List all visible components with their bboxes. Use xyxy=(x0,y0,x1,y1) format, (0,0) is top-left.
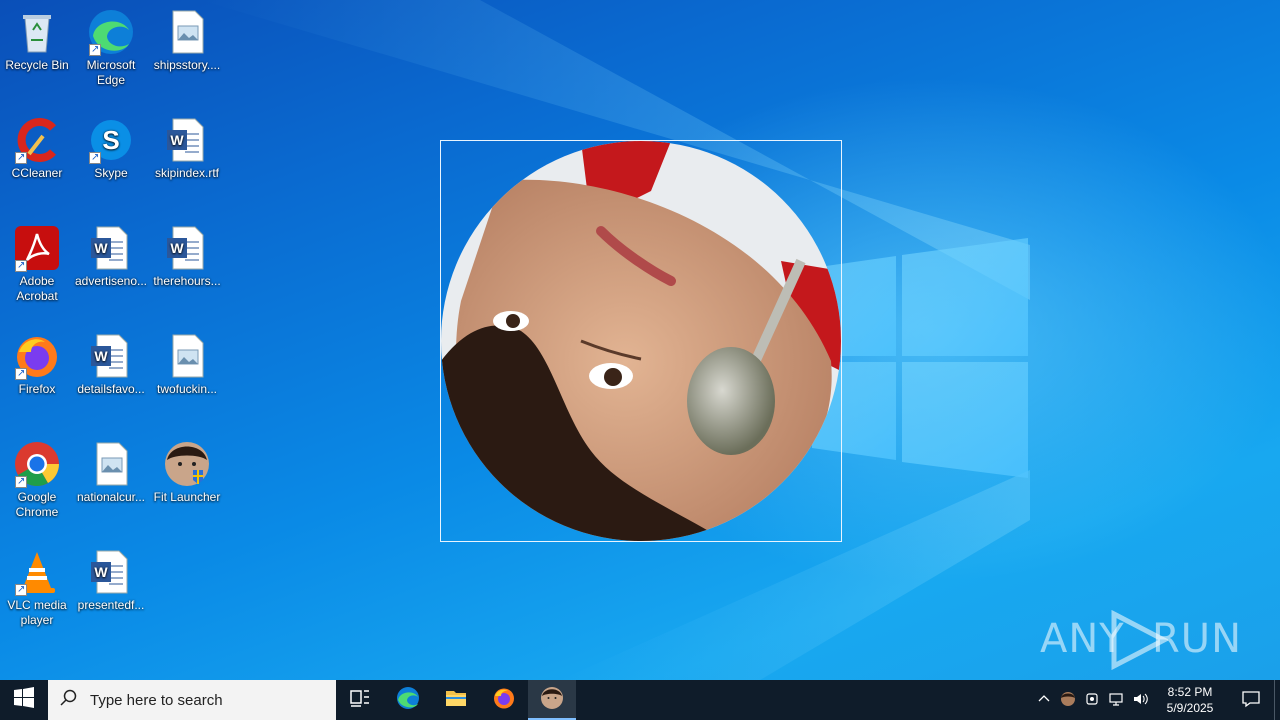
tray-device-button[interactable] xyxy=(1080,680,1104,720)
taskbar-edge-button[interactable] xyxy=(384,680,432,720)
desktop-icon-label: Google Chrome xyxy=(15,490,59,519)
show-hidden-icons-button[interactable] xyxy=(1032,680,1056,720)
desktop-icon-label: skipindex.rtf xyxy=(154,166,220,180)
svg-text:W: W xyxy=(170,240,184,256)
taskbar-firefox-button[interactable] xyxy=(480,680,528,720)
speaker-icon xyxy=(1132,691,1148,710)
volume-button[interactable] xyxy=(1128,680,1152,720)
desktop-icon-advertiseno[interactable]: W advertiseno... xyxy=(74,224,148,289)
desktop-icon-google-chrome[interactable]: Google Chrome xyxy=(0,440,74,520)
desktop-icon-label: twofuckin... xyxy=(156,382,218,396)
watermark-text-run: RUN xyxy=(1152,616,1242,662)
start-button[interactable] xyxy=(0,680,48,720)
clock-date: 5/9/2025 xyxy=(1166,701,1214,715)
taskbar: Type here to search 8:52 PM 5/9/2025 xyxy=(0,680,1280,720)
shortcut-arrow-icon xyxy=(89,42,101,57)
notification-icon xyxy=(1241,689,1261,712)
desktop-icon-label: Adobe Acrobat xyxy=(16,274,58,303)
desktop-icon-label: Recycle Bin xyxy=(5,58,69,72)
desktop-icon-adobe-acrobat[interactable]: Adobe Acrobat xyxy=(0,224,74,304)
fit-launcher-icon xyxy=(540,686,564,715)
svg-text:W: W xyxy=(94,240,108,256)
taskbar-fit-launcher-button[interactable] xyxy=(528,680,576,720)
desktop-icon-shipsstory[interactable]: shipsstory.... xyxy=(150,8,224,73)
taskbar-clock[interactable]: 8:52 PM 5/9/2025 xyxy=(1158,684,1222,716)
word-doc-icon: W xyxy=(87,334,135,383)
edge-icon xyxy=(396,686,420,715)
taskbar-search-box[interactable]: Type here to search xyxy=(48,680,336,720)
anyrun-watermark: ANY RUN xyxy=(1040,608,1242,672)
desktop-icon-label: VLC media player xyxy=(7,598,67,627)
desktop: Recycle Bin CCleaner Adobe Acrobat Firef… xyxy=(0,0,1280,680)
desktop-icon-label: Firefox xyxy=(18,382,56,396)
desktop-icon-presentedf[interactable]: W presentedf... xyxy=(74,548,148,613)
desktop-icon-vlc[interactable]: VLC media player xyxy=(0,548,74,628)
desktop-icon-label: advertiseno... xyxy=(74,274,148,288)
desktop-icon-label: Fit Launcher xyxy=(153,490,221,504)
show-desktop-button[interactable] xyxy=(1274,680,1280,720)
desktop-icon-skipindex[interactable]: W skipindex.rtf xyxy=(150,116,224,181)
task-view-icon xyxy=(348,686,372,715)
svg-text:W: W xyxy=(170,132,184,148)
desktop-icon-recycle-bin[interactable]: Recycle Bin xyxy=(0,8,74,73)
taskbar-file-explorer-button[interactable] xyxy=(432,680,480,720)
shortcut-arrow-icon xyxy=(15,258,27,273)
desktop-icon-detailsfavo[interactable]: W detailsfavo... xyxy=(74,332,148,397)
network-button[interactable] xyxy=(1104,680,1128,720)
image-file-icon xyxy=(163,334,211,383)
desktop-icon-label: presentedf... xyxy=(77,598,145,612)
desktop-icon-label: shipsstory.... xyxy=(153,58,221,72)
desktop-icon-firefox[interactable]: Firefox xyxy=(0,332,74,397)
chevron-up-icon xyxy=(1036,691,1052,710)
desktop-icon-nationalcur[interactable]: nationalcur... xyxy=(74,440,148,505)
svg-text:W: W xyxy=(94,348,108,364)
desktop-icon-label: therehours... xyxy=(153,274,221,288)
system-tray: 8:52 PM 5/9/2025 xyxy=(1032,680,1280,720)
desktop-icon-label: detailsfavo... xyxy=(77,382,145,396)
svg-text:S: S xyxy=(102,125,119,155)
desktop-icon-microsoft-edge[interactable]: Microsoft Edge xyxy=(74,8,148,88)
search-icon xyxy=(60,689,90,711)
tray-app-button[interactable] xyxy=(1056,680,1080,720)
desktop-icon-therehours[interactable]: W therehours... xyxy=(150,224,224,289)
shortcut-arrow-icon xyxy=(15,474,27,489)
task-view-button[interactable] xyxy=(336,680,384,720)
word-doc-icon: W xyxy=(87,550,135,599)
desktop-icon-skype[interactable]: S Skype xyxy=(74,116,148,181)
desktop-icon-label: nationalcur... xyxy=(76,490,146,504)
action-center-button[interactable] xyxy=(1228,680,1274,720)
image-file-icon xyxy=(163,10,211,59)
circular-portrait-image xyxy=(441,141,841,541)
shortcut-arrow-icon xyxy=(15,150,27,165)
word-doc-icon: W xyxy=(163,226,211,275)
desktop-icon-twofuckin[interactable]: twofuckin... xyxy=(150,332,224,397)
clock-time: 8:52 PM xyxy=(1167,685,1213,699)
desktop-icon-label: Skype xyxy=(94,166,128,180)
shortcut-arrow-icon xyxy=(89,150,101,165)
windows-wallpaper-logo xyxy=(812,238,1032,483)
shortcut-arrow-icon xyxy=(15,582,27,597)
image-splash-window[interactable] xyxy=(440,140,842,542)
folder-icon xyxy=(444,686,468,715)
desktop-icon-label: Microsoft Edge xyxy=(86,58,136,87)
word-doc-icon: W xyxy=(87,226,135,275)
word-doc-icon: W xyxy=(163,118,211,167)
recycle-bin-icon xyxy=(13,15,61,59)
desktop-icon-fit-launcher[interactable]: Fit Launcher xyxy=(150,440,224,505)
svg-text:W: W xyxy=(94,564,108,580)
desktop-icon-ccleaner[interactable]: CCleaner xyxy=(0,116,74,181)
firefox-icon xyxy=(492,686,516,715)
network-icon xyxy=(1108,691,1124,710)
fit-launcher-tray-icon xyxy=(1060,691,1076,710)
shortcut-arrow-icon xyxy=(15,366,27,381)
image-file-icon xyxy=(87,442,135,491)
windows-start-icon xyxy=(12,686,36,715)
usb-device-icon xyxy=(1084,691,1100,710)
desktop-icon-label: CCleaner xyxy=(11,166,63,180)
fit-launcher-icon xyxy=(163,442,211,491)
search-placeholder: Type here to search xyxy=(90,691,223,709)
